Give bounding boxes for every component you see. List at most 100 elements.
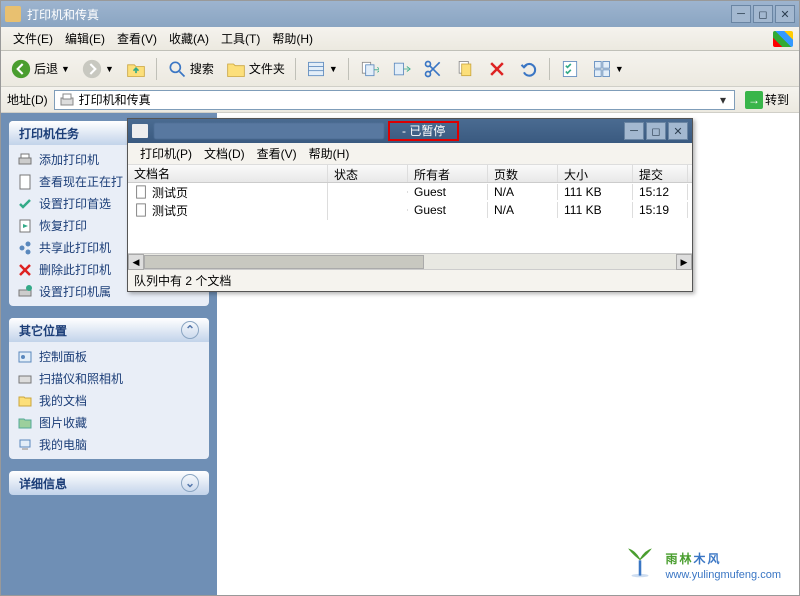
search-icon bbox=[167, 59, 187, 79]
panel-head-other[interactable]: 其它位置 ⌃ bbox=[9, 318, 209, 342]
titlebar: 打印机和传真 ─ ◻ ✕ bbox=[1, 1, 799, 27]
folders-icon bbox=[226, 59, 246, 79]
address-label: 地址(D) bbox=[7, 91, 48, 108]
forward-button[interactable]: ▼ bbox=[78, 55, 118, 83]
scanner-icon bbox=[17, 371, 33, 387]
forward-icon bbox=[82, 59, 102, 79]
queue-minimize-button[interactable]: ─ bbox=[624, 122, 644, 140]
menu-tools[interactable]: 工具(T) bbox=[215, 28, 266, 49]
printer-fax-icon bbox=[5, 6, 21, 22]
menubar: 文件(E) 编辑(E) 查看(V) 收藏(A) 工具(T) 帮助(H) bbox=[1, 27, 799, 51]
thumbnails-icon bbox=[592, 59, 612, 79]
address-value: 打印机和传真 bbox=[79, 91, 712, 108]
queue-close-button[interactable]: ✕ bbox=[668, 122, 688, 140]
folder-icon bbox=[17, 393, 33, 409]
copy-button[interactable] bbox=[451, 55, 479, 83]
views-button[interactable]: ▼ bbox=[302, 55, 342, 83]
undo-button[interactable] bbox=[515, 55, 543, 83]
back-icon bbox=[11, 59, 31, 79]
queue-menu-printer[interactable]: 打印机(P) bbox=[134, 143, 198, 164]
queue-printer-name-redacted bbox=[154, 123, 384, 139]
up-button[interactable] bbox=[122, 55, 150, 83]
col-document[interactable]: 文档名 bbox=[128, 165, 328, 182]
control-panel-icon bbox=[17, 349, 33, 365]
thumbnails-button[interactable]: ▼ bbox=[588, 55, 628, 83]
queue-menubar: 打印机(P) 文档(D) 查看(V) 帮助(H) bbox=[128, 143, 692, 165]
delete-x-icon bbox=[17, 262, 33, 278]
menu-file[interactable]: 文件(E) bbox=[7, 28, 59, 49]
delete-button[interactable] bbox=[483, 55, 511, 83]
link-my-pictures[interactable]: 图片收藏 bbox=[17, 414, 201, 431]
checkmark-icon bbox=[17, 196, 33, 212]
dropdown-icon[interactable]: ▾ bbox=[716, 93, 730, 107]
panel-head-details[interactable]: 详细信息 ⌄ bbox=[9, 471, 209, 495]
expand-icon: ⌄ bbox=[181, 474, 199, 492]
col-owner[interactable]: 所有者 bbox=[408, 165, 488, 182]
queue-titlebar: - 已暂停 ─ ◻ ✕ bbox=[128, 119, 692, 143]
search-button[interactable]: 搜索 bbox=[163, 55, 218, 83]
cut-button[interactable] bbox=[419, 55, 447, 83]
copy-to-button[interactable] bbox=[355, 55, 383, 83]
queue-row[interactable]: 测试页 Guest N/A 111 KB 15:12 bbox=[128, 183, 692, 201]
address-input[interactable]: 打印机和传真 ▾ bbox=[54, 90, 735, 110]
chevron-down-icon: ▼ bbox=[61, 64, 70, 74]
chevron-down-icon: ▼ bbox=[329, 64, 338, 74]
document-icon bbox=[134, 185, 148, 199]
link-my-computer[interactable]: 我的电脑 bbox=[17, 436, 201, 453]
share-icon bbox=[17, 240, 33, 256]
link-my-documents[interactable]: 我的文档 bbox=[17, 392, 201, 409]
scroll-left-icon[interactable]: ◀ bbox=[128, 254, 144, 270]
col-submitted[interactable]: 提交 bbox=[633, 165, 688, 182]
checklist-icon bbox=[560, 59, 580, 79]
menu-favorites[interactable]: 收藏(A) bbox=[163, 28, 215, 49]
scroll-thumb[interactable] bbox=[144, 255, 424, 269]
queue-header-row: 文档名 状态 所有者 页数 大小 提交 bbox=[128, 165, 692, 183]
col-status[interactable]: 状态 bbox=[328, 165, 408, 182]
back-button[interactable]: 后退 ▼ bbox=[7, 55, 74, 83]
chevron-down-icon: ▼ bbox=[615, 64, 624, 74]
address-bar: 地址(D) 打印机和传真 ▾ → 转到 bbox=[1, 87, 799, 113]
link-control-panel[interactable]: 控制面板 bbox=[17, 348, 201, 365]
queue-menu-document[interactable]: 文档(D) bbox=[198, 143, 251, 164]
collapse-icon: ⌃ bbox=[181, 321, 199, 339]
window-controls: ─ ◻ ✕ bbox=[731, 5, 795, 23]
scissors-icon bbox=[423, 59, 443, 79]
chevron-down-icon: ▼ bbox=[105, 64, 114, 74]
col-size[interactable]: 大小 bbox=[558, 165, 633, 182]
watermark: 雨林木风 www.yulingmufeng.com bbox=[623, 543, 781, 581]
queue-status-paused: - 已暂停 bbox=[388, 121, 459, 141]
queue-menu-view[interactable]: 查看(V) bbox=[251, 143, 303, 164]
queue-statusbar: 队列中有 2 个文档 bbox=[128, 269, 692, 291]
queue-horizontal-scrollbar[interactable]: ◀ ▶ bbox=[128, 253, 692, 269]
computer-icon bbox=[17, 437, 33, 453]
properties-button[interactable] bbox=[556, 55, 584, 83]
folders-button[interactable]: 文件夹 bbox=[222, 55, 289, 83]
queue-menu-help[interactable]: 帮助(H) bbox=[303, 143, 356, 164]
queue-maximize-button[interactable]: ◻ bbox=[646, 122, 666, 140]
link-scanners-cameras[interactable]: 扫描仪和照相机 bbox=[17, 370, 201, 387]
print-queue-window: - 已暂停 ─ ◻ ✕ 打印机(P) 文档(D) 查看(V) 帮助(H) 文档名… bbox=[127, 118, 693, 292]
move-to-button[interactable] bbox=[387, 55, 415, 83]
queue-list: 文档名 状态 所有者 页数 大小 提交 测试页 Guest N/A 111 KB… bbox=[128, 165, 692, 253]
close-button[interactable]: ✕ bbox=[775, 5, 795, 23]
col-pages[interactable]: 页数 bbox=[488, 165, 558, 182]
resume-icon bbox=[17, 218, 33, 234]
pictures-icon bbox=[17, 415, 33, 431]
delete-icon bbox=[487, 59, 507, 79]
minimize-button[interactable]: ─ bbox=[731, 5, 751, 23]
queue-window-controls: ─ ◻ ✕ bbox=[624, 122, 688, 140]
menu-view[interactable]: 查看(V) bbox=[111, 28, 163, 49]
document-icon bbox=[134, 203, 148, 217]
menu-help[interactable]: 帮助(H) bbox=[266, 28, 319, 49]
printer-icon bbox=[132, 124, 148, 138]
watermark-text: 雨林木风 bbox=[665, 543, 781, 569]
copy-to-icon bbox=[359, 59, 379, 79]
go-button[interactable]: → 转到 bbox=[741, 90, 793, 110]
views-icon bbox=[306, 59, 326, 79]
watermark-logo-icon bbox=[623, 545, 657, 579]
scroll-right-icon[interactable]: ▶ bbox=[676, 254, 692, 270]
windows-flag-icon bbox=[773, 31, 793, 47]
maximize-button[interactable]: ◻ bbox=[753, 5, 773, 23]
menu-edit[interactable]: 编辑(E) bbox=[59, 28, 111, 49]
queue-row[interactable]: 测试页 Guest N/A 111 KB 15:19 bbox=[128, 201, 692, 219]
